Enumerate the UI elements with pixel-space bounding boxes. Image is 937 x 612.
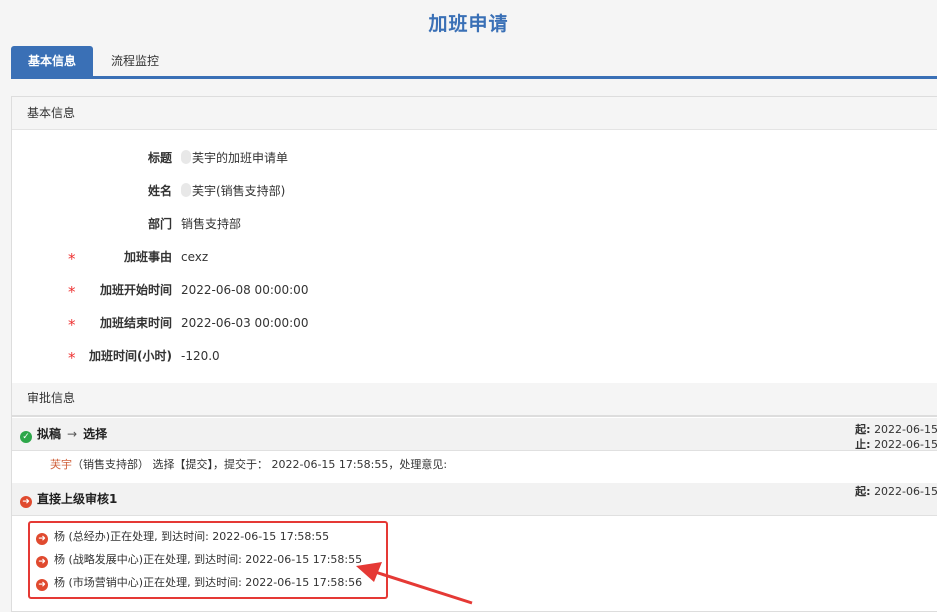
redaction-mark (181, 183, 191, 197)
basic-info-header: 基本信息 (12, 97, 937, 130)
field-label: 姓名 (147, 184, 172, 198)
step-title: ➜ 直接上级审核1 (20, 491, 117, 508)
check-circle-icon: ✓ (20, 431, 32, 443)
handler-item: ➜ 杨 (市场营销中心)正在处理, 到达时间: 2022-06-15 17:58:… (36, 574, 362, 591)
handler-item: ➜ 杨 (战略发展中心)正在处理, 到达时间: 2022-06-15 17:58:… (36, 551, 362, 568)
step-actor: 芙宇 (50, 458, 72, 471)
field-value: 芙宇(销售支持部) (181, 179, 285, 203)
field-label: 加班结束时间 (99, 316, 172, 330)
field-reason: * 加班事由 cexz (12, 245, 937, 269)
tab-bar: 基本信息 流程监控 (11, 46, 937, 79)
page-title: 加班申请 (428, 13, 509, 35)
field-value: -120.0 (181, 349, 220, 363)
field-value: cexz (181, 250, 209, 264)
arrow-right-circle-icon: ➜ (36, 556, 48, 568)
approval-step-supervisor[interactable]: ➜ 直接上级审核1 起: 2022-06-15 (12, 483, 937, 516)
field-label: 标题 (147, 151, 172, 165)
field-hours: * 加班时间(小时) -120.0 (12, 344, 937, 368)
field-start-time: * 加班开始时间 2022-06-08 00:00:00 (12, 278, 937, 302)
tab-process-monitor[interactable]: 流程监控 (95, 46, 175, 79)
step-end-time: 止: 2022-06-15 (855, 438, 937, 451)
field-label: 加班时间(小时) (89, 349, 172, 363)
field-department: 部门 销售支持部 (12, 212, 937, 236)
field-label: 加班开始时间 (99, 283, 172, 297)
arrow-right-circle-icon: ➜ (36, 533, 48, 545)
redaction-mark (181, 150, 191, 164)
arrow-right-circle-icon: ➜ (36, 579, 48, 591)
field-value: 2022-06-03 00:00:00 (181, 316, 309, 330)
step-detail: 芙宇（销售支持部） 选择【提交】，提交于： 2022-06-15 17:58:5… (50, 458, 448, 471)
approval-info-header: 审批信息 (12, 383, 937, 417)
field-value: 销售支持部 (181, 217, 242, 231)
field-label: 加班事由 (123, 250, 172, 264)
field-label: 部门 (147, 217, 172, 231)
arrow-right-circle-icon: ➜ (20, 496, 32, 508)
field-subject: 标题 芙宇的加班申请单 (12, 146, 937, 170)
tab-basic-info[interactable]: 基本信息 (11, 46, 93, 79)
field-value: 芙宇的加班申请单 (181, 146, 288, 170)
step-start-time: 起: 2022-06-15 (855, 485, 937, 498)
content-panel: 基本信息 标题 芙宇的加班申请单 姓名 芙宇(销售支持部) 部门 销售支持部 *… (11, 96, 937, 612)
step-title: ✓ 拟稿 → 选择 (20, 426, 107, 443)
approval-step-draft[interactable]: ✓ 拟稿 → 选择 起: 2022-06-15 止: 2022-06-15 (12, 418, 937, 451)
step-start-time: 起: 2022-06-15 (855, 423, 937, 436)
handler-item: ➜ 杨 (总经办)正在处理, 到达时间: 2022-06-15 17:58:55 (36, 528, 329, 545)
field-name: 姓名 芙宇(销售支持部) (12, 179, 937, 203)
field-end-time: * 加班结束时间 2022-06-03 00:00:00 (12, 311, 937, 335)
field-value: 2022-06-08 00:00:00 (181, 283, 309, 297)
pending-handlers-box: ➜ 杨 (总经办)正在处理, 到达时间: 2022-06-15 17:58:55 … (28, 521, 388, 599)
